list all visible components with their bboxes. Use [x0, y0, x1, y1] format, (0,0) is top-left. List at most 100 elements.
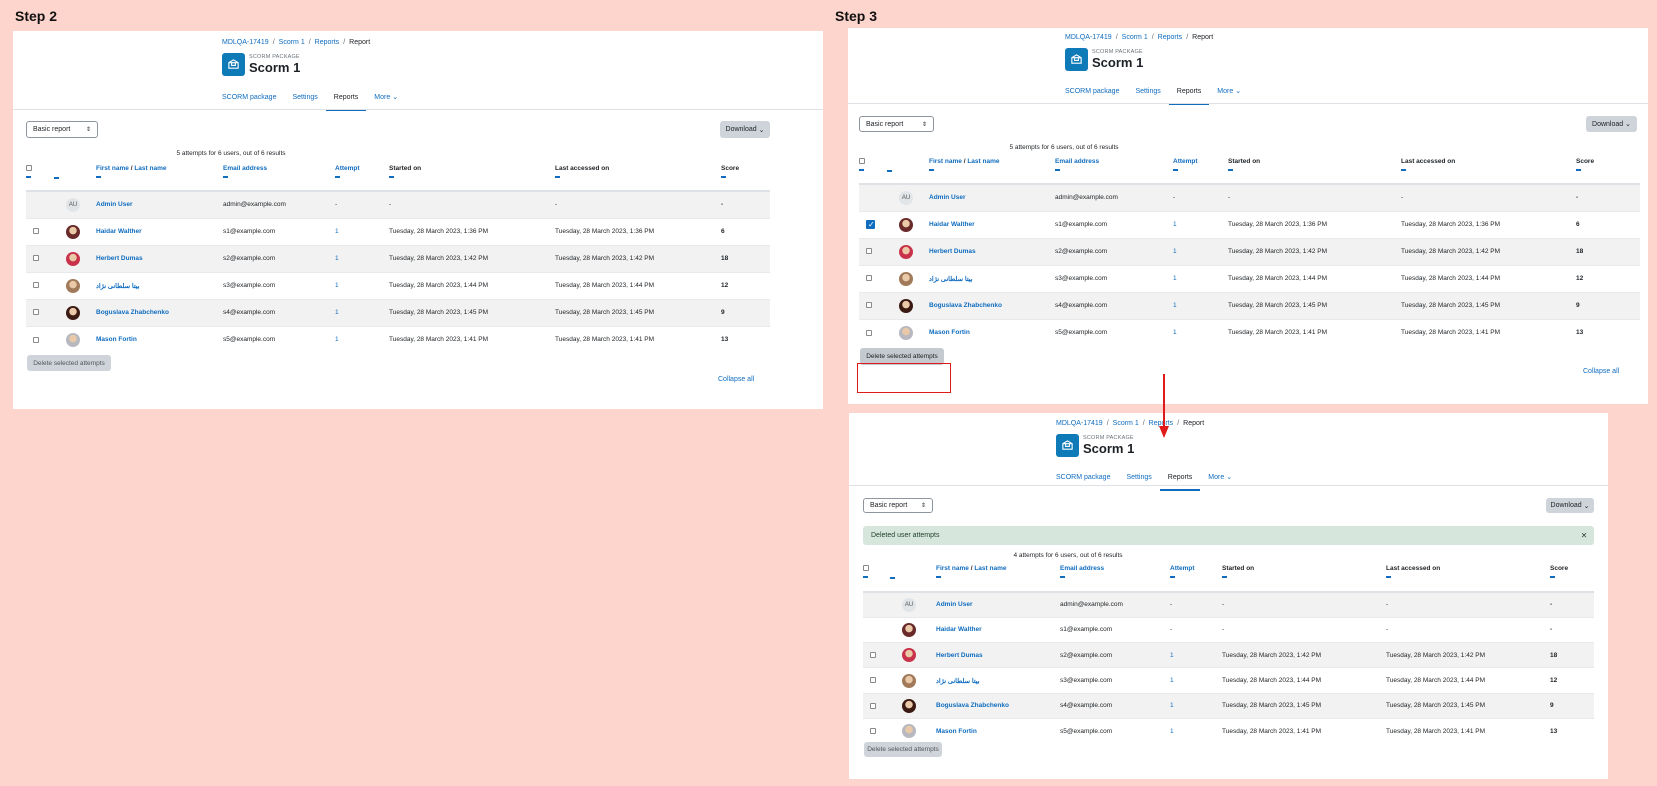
breadcrumb-course[interactable]: MDLQA-17419 — [222, 39, 269, 46]
attempt-link[interactable]: 1 — [1173, 275, 1177, 282]
attempt-link[interactable]: 1 — [335, 228, 339, 235]
attempt-link[interactable]: 1 — [1170, 652, 1174, 659]
sort-email[interactable]: Email address — [223, 165, 267, 172]
user-name-link[interactable]: Haidar Walther — [96, 228, 142, 235]
row-select-checkbox[interactable] — [866, 302, 872, 309]
row-select-checkbox[interactable] — [33, 282, 39, 289]
breadcrumb-reports[interactable]: Reports — [1158, 34, 1183, 41]
select-all-checkbox[interactable] — [859, 158, 865, 165]
user-name-link[interactable]: Mason Fortin — [936, 728, 977, 735]
report-type-select[interactable]: Basic report ⇕ — [859, 116, 934, 132]
attempt-link[interactable]: 1 — [335, 255, 339, 262]
attempt-link[interactable]: 1 — [1170, 728, 1174, 735]
attempt-link[interactable]: 1 — [335, 309, 339, 316]
tab-scorm-package[interactable]: SCORM package — [222, 91, 284, 111]
delete-selected-attempts-button[interactable]: Delete selected attempts — [27, 355, 111, 371]
collapse-icon[interactable] — [1173, 169, 1178, 171]
user-name-link[interactable]: Haidar Walther — [929, 221, 975, 228]
collapse-icon[interactable] — [1055, 169, 1060, 171]
row-select-checkbox[interactable] — [33, 228, 39, 235]
sort-first-name[interactable]: First name — [96, 165, 129, 172]
user-name-link[interactable]: Mason Fortin — [929, 329, 970, 336]
row-select-checkbox[interactable] — [866, 220, 875, 229]
breadcrumb-reports[interactable]: Reports — [315, 39, 340, 46]
breadcrumb-activity[interactable]: Scorm 1 — [1113, 420, 1139, 427]
collapse-icon[interactable] — [936, 576, 941, 578]
attempt-link[interactable]: 1 — [1173, 302, 1177, 309]
row-select-checkbox[interactable] — [866, 329, 872, 336]
attempt-link[interactable]: 1 — [1170, 677, 1174, 684]
close-icon[interactable]: × — [1581, 530, 1587, 541]
select-all-checkbox[interactable] — [863, 565, 869, 572]
collapse-icon[interactable] — [721, 176, 726, 178]
sort-attempt[interactable]: Attempt — [335, 165, 360, 172]
user-name-link[interactable]: Boguslava Zhabchenko — [929, 302, 1002, 309]
sort-first-name[interactable]: First name — [936, 565, 969, 572]
collapse-icon[interactable] — [1228, 169, 1233, 171]
row-select-checkbox[interactable] — [866, 275, 872, 282]
tab-reports[interactable]: Reports — [1168, 85, 1210, 105]
user-name-link[interactable]: Herbert Dumas — [936, 652, 983, 659]
collapse-icon[interactable] — [887, 170, 892, 172]
sort-first-name[interactable]: First name — [929, 158, 962, 165]
attempt-link[interactable]: 1 — [1170, 702, 1174, 709]
download-button[interactable]: Download ⌄ — [1586, 116, 1637, 132]
collapse-icon[interactable] — [1550, 576, 1555, 578]
row-select-checkbox[interactable] — [870, 652, 876, 659]
user-name-link[interactable]: Herbert Dumas — [929, 248, 976, 255]
sort-last-name[interactable]: Last name — [134, 165, 166, 172]
download-button[interactable]: Download ⌄ — [1546, 498, 1594, 513]
row-select-checkbox[interactable] — [870, 702, 876, 709]
collapse-icon[interactable] — [555, 176, 560, 178]
row-select-checkbox[interactable] — [33, 309, 39, 316]
collapse-icon[interactable] — [389, 176, 394, 178]
sort-email[interactable]: Email address — [1055, 158, 1099, 165]
collapse-icon[interactable] — [223, 176, 228, 178]
sort-last-name[interactable]: Last name — [967, 158, 999, 165]
attempt-link[interactable]: 1 — [1173, 248, 1177, 255]
row-select-checkbox[interactable] — [33, 336, 39, 343]
user-name-link[interactable]: Haidar Walther — [936, 626, 982, 633]
tab-settings[interactable]: Settings — [284, 91, 325, 111]
report-type-select[interactable]: Basic report ⇕ — [863, 498, 933, 513]
tab-scorm-package[interactable]: SCORM package — [1065, 85, 1127, 105]
user-name-link[interactable]: Admin User — [929, 194, 965, 201]
user-name-link[interactable]: Boguslava Zhabchenko — [936, 702, 1009, 709]
breadcrumb-activity[interactable]: Scorm 1 — [1122, 34, 1148, 41]
tab-reports[interactable]: Reports — [1159, 471, 1201, 491]
user-name-link[interactable]: Herbert Dumas — [96, 255, 143, 262]
attempt-link[interactable]: 1 — [335, 282, 339, 289]
tab-more[interactable]: More ⌄ — [1200, 471, 1240, 491]
delete-selected-attempts-button[interactable]: Delete selected attempts — [864, 742, 942, 757]
attempt-link[interactable]: 1 — [1173, 329, 1177, 336]
attempt-link[interactable]: 1 — [1173, 221, 1177, 228]
sort-last-name[interactable]: Last name — [974, 565, 1006, 572]
row-select-checkbox[interactable] — [866, 248, 872, 255]
collapse-icon[interactable] — [26, 176, 31, 178]
user-name-link[interactable]: Admin User — [936, 601, 972, 608]
collapse-icon[interactable] — [863, 576, 868, 578]
download-button[interactable]: Download ⌄ — [720, 121, 770, 138]
collapse-icon[interactable] — [890, 577, 895, 579]
select-all-checkbox[interactable] — [26, 165, 32, 172]
row-select-checkbox[interactable] — [870, 728, 876, 735]
user-name-link[interactable]: Admin User — [96, 201, 132, 208]
sort-attempt[interactable]: Attempt — [1173, 158, 1198, 165]
user-name-link[interactable]: Boguslava Zhabchenko — [96, 309, 169, 316]
tab-settings[interactable]: Settings — [1127, 85, 1168, 105]
row-select-checkbox[interactable] — [870, 677, 876, 684]
collapse-icon[interactable] — [1401, 169, 1406, 171]
collapse-icon[interactable] — [335, 176, 340, 178]
collapse-icon[interactable] — [96, 176, 101, 178]
sort-email[interactable]: Email address — [1060, 565, 1104, 572]
tab-more[interactable]: More ⌄ — [1209, 85, 1249, 105]
breadcrumb-course[interactable]: MDLQA-17419 — [1056, 420, 1103, 427]
breadcrumb-course[interactable]: MDLQA-17419 — [1065, 34, 1112, 41]
tab-more[interactable]: More ⌄ — [366, 91, 406, 111]
collapse-all-link[interactable]: Collapse all — [1583, 368, 1619, 375]
user-name-link[interactable]: بیتا سلطانی نژاد — [929, 276, 973, 283]
collapse-all-link[interactable]: Collapse all — [718, 376, 754, 383]
collapse-icon[interactable] — [54, 177, 59, 179]
tab-settings[interactable]: Settings — [1118, 471, 1159, 491]
user-name-link[interactable]: Mason Fortin — [96, 336, 137, 343]
